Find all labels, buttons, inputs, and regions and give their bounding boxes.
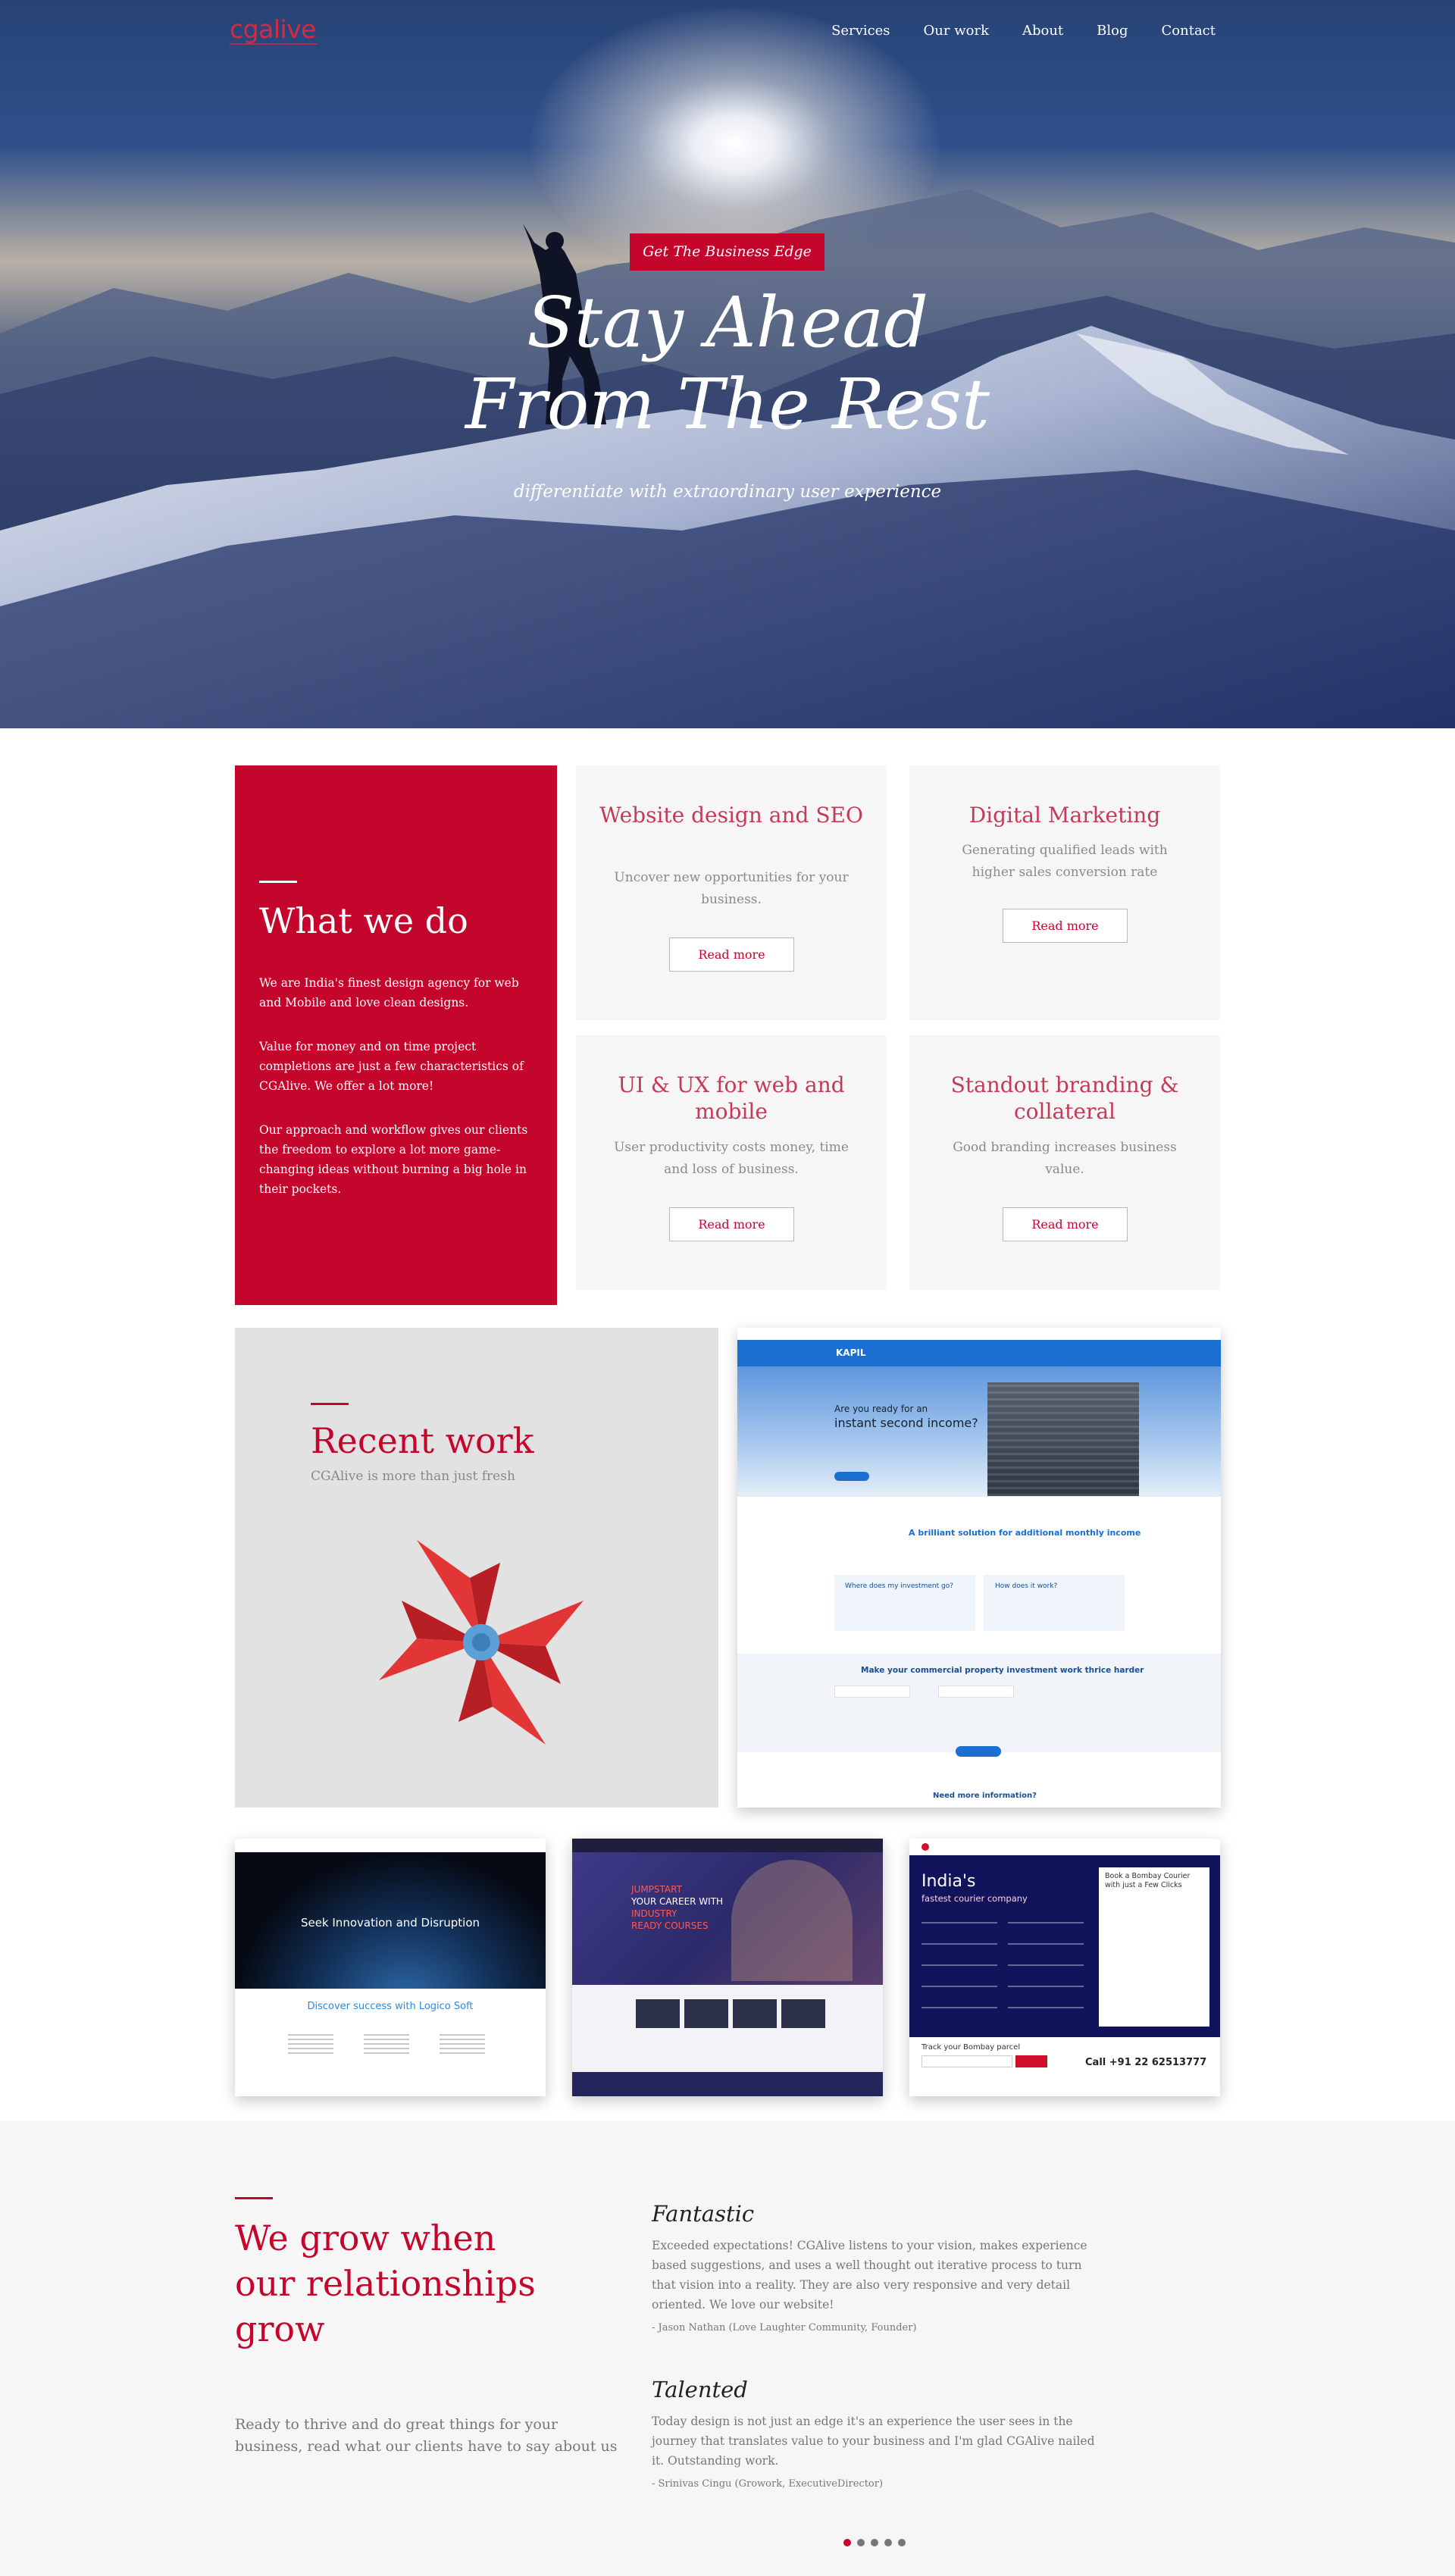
logo[interactable]: cgalive <box>230 14 316 44</box>
what-we-do-paragraph: Value for money and on time project comp… <box>259 1040 524 1093</box>
service-card-digital-marketing: Digital Marketing Generating qualified l… <box>909 765 1220 1020</box>
read-more-button[interactable]: Read more <box>669 1207 794 1241</box>
recent-work-panel: Recent work CGAlive is more than just fr… <box>235 1328 718 1808</box>
hero-subline: differentiate with extraordinary user ex… <box>513 482 942 502</box>
testimonials-intro: Ready to thrive and do great things for … <box>235 2416 618 2455</box>
quote-heading: Fantastic <box>652 2201 755 2227</box>
quote-heading: Talented <box>652 2377 748 2402</box>
section-rule <box>235 2197 273 2199</box>
kapil-brand: KAPIL <box>836 1347 866 1358</box>
hero-section: cgalive Services Our work About Blog Con… <box>0 0 1455 728</box>
project-logico-screenshot[interactable]: Seek Innovation and Disruption Discover … <box>235 1839 546 2096</box>
service-description: Good branding increases business value. <box>953 1140 1177 1177</box>
courier-call: Call +91 22 62513777 <box>1085 2057 1207 2068</box>
service-card-ui-ux: UI & UX for web and mobile User producti… <box>576 1035 887 1290</box>
courier-title: India's <box>922 1872 976 1891</box>
service-card-branding: Standout branding & collateral Good bran… <box>909 1035 1220 1290</box>
section-rule <box>259 881 297 883</box>
what-we-do-title: What we do <box>259 900 468 941</box>
hero-headline-line2: From The Rest <box>465 364 990 445</box>
testimonial-quote: Fantastic Exceeded expectations! CGAlive… <box>652 2201 1106 2333</box>
kapil-card-2: How does it work? <box>995 1582 1058 1590</box>
carousel-dot[interactable] <box>884 2539 892 2546</box>
service-title: Website design and SEO <box>599 803 863 828</box>
project-kapil-screenshot[interactable]: KAPIL Are you ready for an instant secon… <box>737 1328 1221 1808</box>
kapil-solution: A brilliant solution for additional mont… <box>909 1528 1141 1538</box>
courier-book-text: Book a Bombay Courier with just a Few Cl… <box>1105 1872 1191 1889</box>
what-we-do-paragraph: Our approach and workflow gives our clie… <box>259 1123 528 1196</box>
read-more-button[interactable]: Read more <box>669 937 794 972</box>
kapil-more: Need more information? <box>933 1792 1037 1800</box>
read-more-button[interactable]: Read more <box>1003 1207 1128 1241</box>
kapil-card-1: Where does my investment go? <box>845 1582 953 1590</box>
courier-subtitle: fastest courier company <box>922 1893 1028 1904</box>
logico-discover: Discover success with Logico Soft <box>307 2001 474 2012</box>
quote-text: Today design is not just an edge it's an… <box>652 2415 1095 2468</box>
jump-line-2: YOUR CAREER WITH <box>631 1896 724 1907</box>
recent-work-subtitle: CGAlive is more than just fresh <box>311 1469 515 1484</box>
jump-line-3: INDUSTRY <box>631 1908 677 1919</box>
service-card-website-design: Website design and SEO Uncover new oppor… <box>576 765 887 1020</box>
service-title: Standout branding & collateral <box>950 1072 1179 1124</box>
nav-contact[interactable]: Contact <box>1162 23 1216 39</box>
quote-author: - Jason Nathan (Love Laughter Community,… <box>652 2322 917 2333</box>
jump-line-1: JUMPSTART <box>631 1884 682 1895</box>
read-more-button[interactable]: Read more <box>1003 909 1128 943</box>
nav-about[interactable]: About <box>1022 23 1063 39</box>
quote-author: - Srinivas Cingu (Growork, ExecutiveDire… <box>652 2478 884 2490</box>
nav-services[interactable]: Services <box>831 23 890 39</box>
kapil-question-1: Are you ready for an <box>834 1404 928 1414</box>
service-title: Digital Marketing <box>968 803 1161 828</box>
testimonials-title: We grow when our relationships grow <box>235 2218 536 2349</box>
testimonials-section: We grow when our relationships grow Read… <box>0 2121 1455 2576</box>
recent-work-title: Recent work <box>311 1420 534 1461</box>
project-courier-screenshot[interactable]: India's fastest courier company Book a B… <box>909 1839 1220 2096</box>
carousel-dot[interactable] <box>857 2539 865 2546</box>
main-nav: Services Our work About Blog Contact <box>831 23 1216 39</box>
logico-hero-text: Seek Innovation and Disruption <box>300 1916 480 1930</box>
section-rule <box>311 1403 349 1405</box>
hero-headline-line1: Stay Ahead <box>527 282 928 363</box>
what-we-do-paragraph: We are India's finest design agency for … <box>259 976 519 1009</box>
service-title: UI & UX for web and mobile <box>618 1072 845 1124</box>
nav-blog[interactable]: Blog <box>1097 23 1128 39</box>
quote-text: Exceeded expectations! CGAlive listens t… <box>652 2239 1087 2312</box>
service-description: User productivity costs money, time and … <box>614 1140 849 1177</box>
logo-underline <box>230 43 318 45</box>
carousel-dots <box>843 2539 906 2546</box>
carousel-dot[interactable] <box>843 2539 851 2546</box>
nav-our-work[interactable]: Our work <box>924 23 989 39</box>
courier-track-label: Track your Bombay parcel <box>922 2043 1021 2052</box>
hero-headline: Stay Ahead From The Rest <box>0 282 1455 446</box>
project-jumpstart-screenshot[interactable]: JUMPSTART YOUR CAREER WITH INDUSTRY READ… <box>572 1839 883 2096</box>
hero-badge: Get The Business Edge <box>630 233 824 271</box>
carousel-dot[interactable] <box>898 2539 906 2546</box>
kapil-commercial: Make your commercial property investment… <box>861 1666 1144 1675</box>
pinwheel-icon <box>379 1540 584 1745</box>
kapil-question-2: instant second income? <box>834 1416 978 1430</box>
carousel-dot[interactable] <box>871 2539 878 2546</box>
service-description: Generating qualified leads with higher s… <box>962 843 1168 880</box>
service-description: Uncover new opportunities for your busin… <box>614 870 849 907</box>
jump-line-4: READY COURSES <box>631 1920 709 1931</box>
what-we-do-panel: What we do We are India's finest design … <box>235 765 557 1305</box>
testimonial-quote: Talented Today design is not just an edg… <box>652 2377 1106 2490</box>
